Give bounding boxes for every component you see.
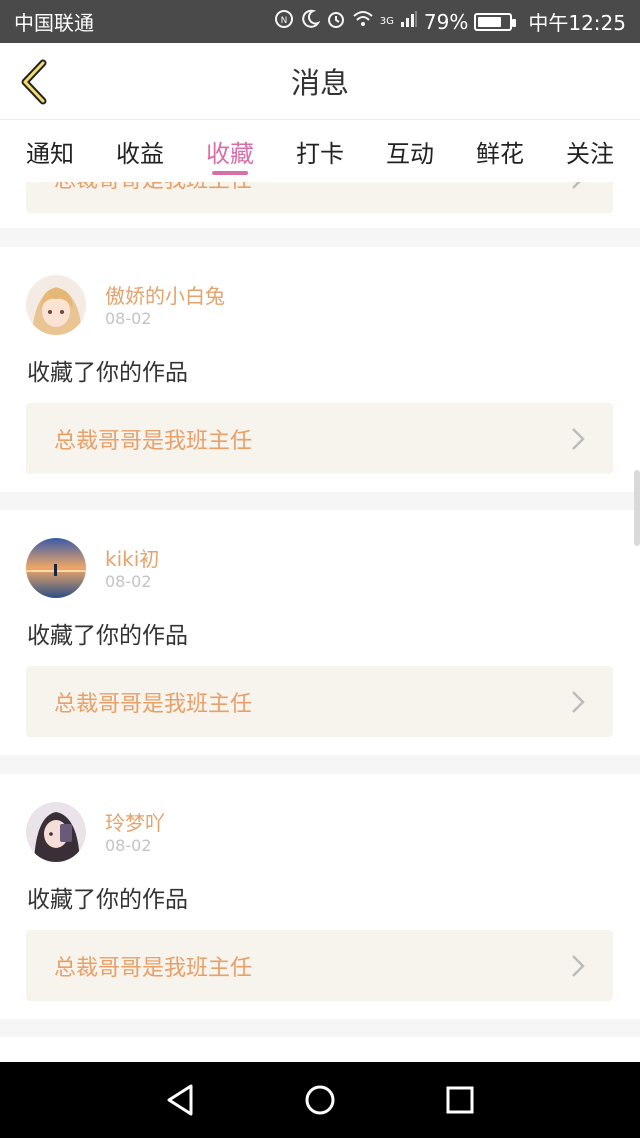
square-recents-icon (446, 1086, 474, 1114)
avatar[interactable] (26, 802, 86, 862)
moon-icon (300, 9, 321, 34)
carrier-label: 中国联通 (14, 11, 94, 35)
username[interactable]: kiki初 (105, 543, 159, 572)
chevron-right-icon (572, 182, 581, 189)
nav-recents-button[interactable] (430, 1070, 490, 1130)
message-date: 08-02 (105, 309, 152, 328)
username[interactable]: 傲娇的小白兔 (105, 280, 225, 309)
work-link[interactable]: 总裁哥哥是我班主任 (26, 403, 613, 474)
chevron-right-icon (572, 427, 585, 450)
nav-back-button[interactable] (150, 1070, 210, 1130)
scrollbar[interactable] (634, 470, 640, 546)
tab-follows[interactable]: 关注 (566, 120, 614, 182)
avatar[interactable] (26, 275, 86, 335)
work-link[interactable]: 总裁哥哥是我班主任 (26, 930, 613, 1001)
battery-icon (474, 12, 517, 31)
message-card: 傲娇的小白兔 08-02 收藏了你的作品 总裁哥哥是我班主任 (0, 247, 640, 492)
clock: 中午12:25 (528, 11, 626, 35)
circle-home-icon (305, 1085, 335, 1115)
chevron-right-icon (572, 954, 585, 977)
work-link[interactable]: 总裁哥哥是我班主任 (26, 666, 613, 737)
chevron-right-icon (572, 690, 585, 713)
alarm-icon (326, 9, 346, 34)
nav-home-button[interactable] (290, 1070, 350, 1130)
tab-earnings[interactable]: 收益 (116, 120, 164, 182)
app-header: 消息 (0, 43, 640, 120)
message-feed[interactable]: 总裁哥哥是我班主任 傲娇的小白兔 08-02 收藏了你的作品 总裁哥哥是我班主任 (0, 182, 640, 1062)
work-title: 总裁哥哥是我班主任 (54, 955, 253, 981)
message-text: 收藏了你的作品 (27, 887, 188, 913)
back-button[interactable] (14, 57, 54, 107)
status-bar: 中国联通 N 3G 79% 中午12:25 (0, 0, 640, 43)
message-card: 玲梦吖 08-02 收藏了你的作品 总裁哥哥是我班主任 (0, 774, 640, 1019)
tab-favorites[interactable]: 收藏 (206, 120, 254, 182)
tab-interaction[interactable]: 互动 (386, 120, 434, 182)
network-type: 3G (379, 16, 394, 27)
message-card: kiki初 08-02 收藏了你的作品 总裁哥哥是我班主任 (0, 510, 640, 755)
avatar[interactable] (26, 538, 86, 598)
system-nav-bar (0, 1062, 640, 1138)
work-title: 总裁哥哥是我班主任 (54, 428, 253, 454)
battery-percent: 79% (423, 9, 469, 34)
work-title: 总裁哥哥是我班主任 (54, 691, 253, 717)
tab-notifications[interactable]: 通知 (26, 120, 74, 182)
message-date: 08-02 (105, 572, 152, 591)
status-icons: N 3G 79% 中午12:25 (274, 7, 626, 36)
signal-icon (400, 10, 418, 33)
back-chevron-icon (21, 59, 47, 105)
message-card (0, 1037, 640, 1062)
work-title: 总裁哥哥是我班主任 (54, 182, 571, 194)
svg-text:N: N (280, 16, 287, 26)
username[interactable]: 玲梦吖 (105, 807, 165, 836)
message-tabs: 通知 收益 收藏 打卡 互动 鲜花 关注 (0, 120, 640, 182)
page-title: 消息 (290, 66, 349, 100)
message-date: 08-02 (105, 836, 152, 855)
triangle-back-icon (167, 1084, 193, 1116)
wifi-icon (352, 10, 374, 33)
message-text: 收藏了你的作品 (27, 360, 188, 386)
tab-flowers[interactable]: 鲜花 (476, 120, 524, 182)
nfc-icon: N (274, 9, 294, 34)
tab-checkin[interactable]: 打卡 (296, 120, 344, 182)
message-card: 总裁哥哥是我班主任 (0, 182, 640, 228)
work-link[interactable]: 总裁哥哥是我班主任 (26, 182, 613, 213)
message-text: 收藏了你的作品 (27, 623, 188, 649)
